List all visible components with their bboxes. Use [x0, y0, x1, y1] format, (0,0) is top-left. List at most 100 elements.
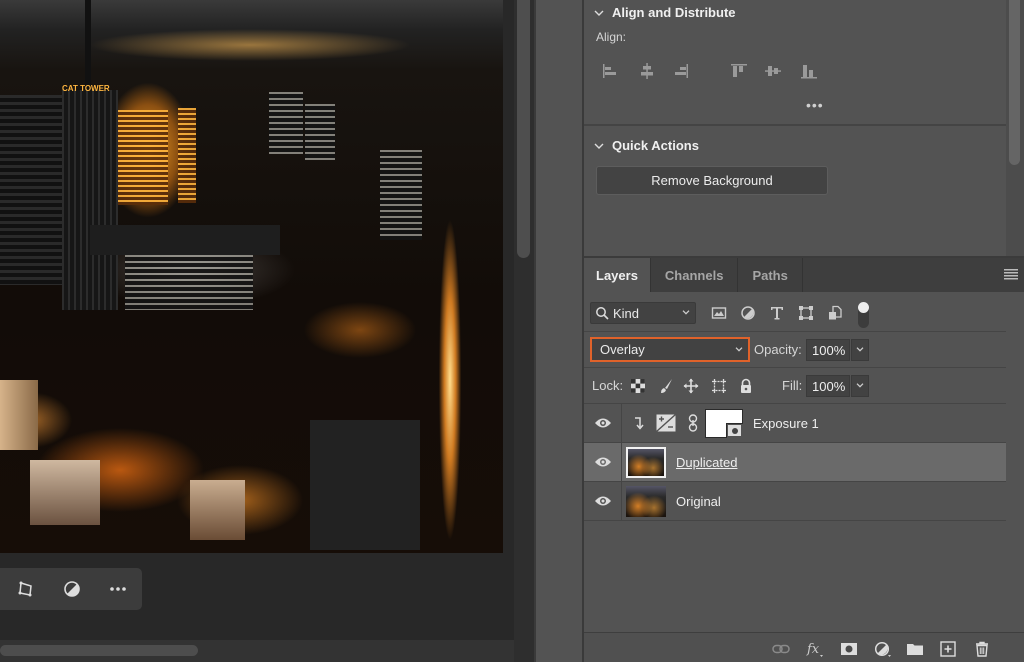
lock-artboard-icon[interactable]	[711, 378, 727, 394]
fill-dropdown[interactable]	[851, 375, 869, 397]
remove-background-button[interactable]: Remove Background	[596, 166, 828, 195]
visibility-eye-icon[interactable]	[594, 494, 612, 508]
layer-name[interactable]: Duplicated	[676, 455, 737, 470]
canvas-image[interactable]: CAT TOWER	[0, 0, 503, 553]
align-distribute-section: Align and Distribute Align: •••	[584, 0, 1006, 126]
layer-name[interactable]: Original	[676, 494, 721, 509]
lock-row: Lock: Fill: 100%	[584, 368, 1006, 404]
pixel-layer-filter-icon[interactable]	[711, 305, 727, 321]
image-building	[125, 255, 253, 310]
image-lit-building	[178, 108, 196, 203]
delete-layer-icon[interactable]	[973, 641, 991, 657]
image-building	[30, 460, 100, 525]
properties-scroll-thumb[interactable]	[1009, 0, 1020, 165]
align-horizontal-center-icon[interactable]	[638, 62, 656, 80]
chevron-down-icon	[856, 383, 864, 388]
image-building	[190, 480, 245, 540]
adjustment-layer-filter-icon[interactable]	[740, 305, 756, 321]
image-building	[0, 95, 62, 285]
layer-row-original[interactable]: Original	[584, 482, 1006, 521]
properties-panel: Align and Distribute Align: ••• Quick Ac…	[584, 0, 1024, 662]
lock-label: Lock:	[592, 378, 624, 393]
filter-kind-select[interactable]: Kind	[590, 302, 696, 324]
layers-panel: Layers Channels Paths Kind Overlay Opaci	[584, 256, 1024, 662]
divider	[621, 443, 622, 482]
layer-row-duplicated[interactable]: Duplicated	[584, 443, 1006, 482]
visibility-eye-icon[interactable]	[594, 416, 612, 430]
opacity-input[interactable]: 100%	[806, 339, 850, 361]
lock-all-icon[interactable]	[738, 378, 754, 394]
mask-icon	[728, 425, 741, 436]
lock-transparent-pixels-icon[interactable]	[630, 378, 646, 394]
type-layer-filter-icon[interactable]	[769, 305, 785, 321]
more-options-button[interactable]	[98, 568, 138, 610]
clipping-mask-arrow-icon	[635, 417, 644, 430]
chevron-down-icon	[682, 310, 690, 315]
align-right-icon[interactable]	[672, 62, 690, 80]
image-building	[90, 225, 280, 255]
svg-text:fx: fx	[806, 642, 820, 657]
image-building	[310, 420, 420, 550]
panel-menu-icon[interactable]	[1004, 268, 1018, 280]
fill-label: Fill:	[782, 378, 803, 393]
opacity-label: Opacity:	[754, 342, 802, 357]
layers-bottom-toolbar: fx	[584, 632, 1024, 662]
add-mask-icon[interactable]	[840, 641, 858, 657]
image-lit-building	[118, 110, 168, 205]
layer-name[interactable]: Exposure 1	[753, 416, 819, 431]
shape-layer-filter-icon[interactable]	[798, 305, 814, 321]
lock-image-pixels-icon[interactable]	[658, 378, 674, 394]
image-spire	[85, 0, 91, 90]
vertical-scroll-thumb[interactable]	[517, 0, 530, 258]
fill-input[interactable]: 100%	[806, 375, 850, 397]
new-layer-icon[interactable]	[939, 641, 957, 657]
transform-button[interactable]	[6, 568, 46, 610]
image-building	[62, 90, 118, 310]
align-vertical-center-icon[interactable]	[764, 62, 782, 80]
tab-paths[interactable]: Paths	[738, 258, 803, 292]
panel-tabs: Layers Channels Paths	[584, 258, 1024, 292]
visibility-eye-icon[interactable]	[594, 455, 612, 469]
align-bottom-icon[interactable]	[800, 62, 818, 80]
align-distribute-header[interactable]: Align and Distribute	[594, 5, 736, 20]
layer-thumbnail[interactable]	[626, 447, 666, 478]
align-left-icon[interactable]	[601, 62, 619, 80]
layer-thumbnail[interactable]	[626, 486, 666, 517]
document-canvas[interactable]: CAT TOWER	[0, 0, 514, 662]
more-align-options-button[interactable]: •••	[806, 98, 824, 112]
chevron-down-icon	[735, 346, 743, 352]
tab-channels[interactable]: Channels	[651, 258, 739, 292]
layer-mask-thumbnail[interactable]	[705, 409, 743, 438]
chevron-down-icon	[594, 10, 604, 16]
chevron-down-icon	[594, 143, 604, 149]
image-building	[0, 380, 38, 450]
opacity-dropdown[interactable]	[851, 339, 869, 361]
adjustment-button[interactable]	[52, 568, 92, 610]
image-building	[305, 104, 335, 160]
filter-toggle-switch[interactable]	[858, 302, 869, 328]
layer-row-exposure[interactable]: Exposure 1	[584, 404, 1006, 443]
quick-actions-header[interactable]: Quick Actions	[594, 138, 699, 153]
new-group-icon[interactable]	[906, 641, 924, 657]
search-icon	[596, 307, 609, 320]
mask-link-icon[interactable]	[688, 414, 698, 432]
more-icon	[110, 587, 126, 591]
lock-position-icon[interactable]	[683, 378, 699, 394]
image-sign: CAT TOWER	[62, 84, 110, 93]
blend-mode-value: Overlay	[600, 342, 645, 357]
blend-mode-select[interactable]: Overlay	[590, 337, 750, 362]
filter-kind-label: Kind	[613, 305, 640, 321]
chevron-down-icon	[856, 347, 864, 352]
contextual-task-bar	[0, 568, 142, 610]
smart-object-filter-icon[interactable]	[827, 305, 843, 321]
tab-layers[interactable]: Layers	[584, 258, 651, 292]
link-layers-icon[interactable]	[772, 641, 790, 657]
align-top-icon[interactable]	[730, 62, 748, 80]
divider	[621, 404, 622, 443]
quick-actions-section: Quick Actions Remove Background	[584, 128, 1006, 252]
horizontal-scroll-thumb[interactable]	[0, 645, 198, 656]
new-adjustment-icon[interactable]	[874, 641, 892, 657]
image-building	[269, 92, 303, 154]
fx-icon[interactable]: fx	[806, 641, 824, 657]
divider	[621, 482, 622, 521]
